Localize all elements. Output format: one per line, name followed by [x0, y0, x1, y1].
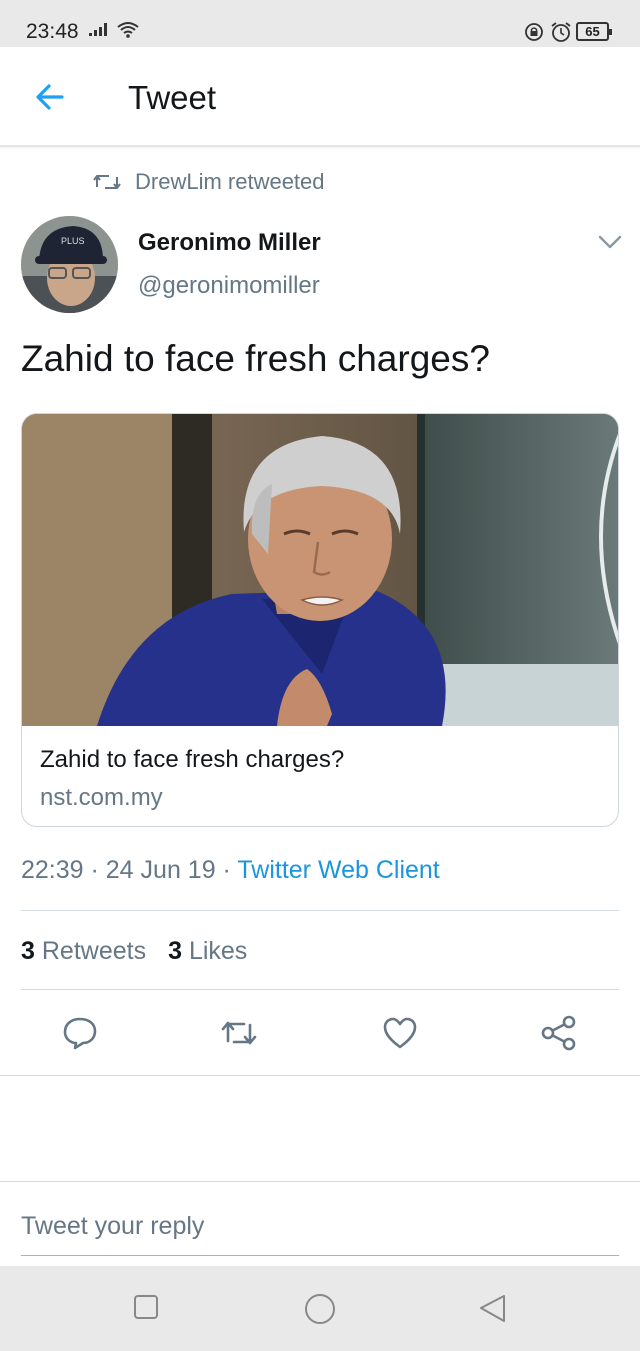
divider	[21, 910, 619, 911]
status-bar: 23:48 65	[0, 0, 640, 47]
signal-icon	[89, 23, 107, 36]
home-icon[interactable]	[303, 1294, 337, 1326]
divider	[0, 1181, 640, 1182]
card-title: Zahid to face fresh charges?	[40, 746, 345, 773]
tweet-date: 24 Jun 19	[105, 856, 216, 884]
tweet-stats: 3 Retweets 3 Likes	[21, 937, 247, 966]
divider	[21, 989, 619, 990]
recent-apps-icon[interactable]	[133, 1294, 159, 1320]
link-card[interactable]: Zahid to face fresh charges? nst.com.my	[21, 413, 619, 827]
retweets-label: Retweets	[41, 937, 147, 965]
retweet-context[interactable]: DrewLim retweeted	[93, 168, 325, 196]
likes-count: 3	[168, 937, 182, 965]
retweet-small-icon	[93, 175, 121, 189]
page-title: Tweet	[128, 79, 217, 116]
alarm-icon	[551, 22, 571, 42]
tweet-text: Zahid to face fresh charges?	[21, 338, 490, 379]
avatar[interactable]: PLUS	[21, 216, 118, 313]
meta-separator: ·	[215, 856, 238, 884]
retweets-count: 3	[21, 937, 35, 965]
header: Tweet	[0, 47, 640, 147]
tweet-source-link[interactable]: Twitter Web Client	[237, 856, 439, 884]
author-name[interactable]: Geronimo Miller	[138, 229, 321, 257]
retweet-icon[interactable]	[220, 1015, 258, 1051]
retweet-context-text: DrewLim retweeted	[135, 169, 325, 194]
back-arrow-icon[interactable]	[32, 79, 68, 115]
meta-separator: ·	[83, 856, 106, 884]
lock-rotate-icon	[525, 23, 543, 41]
likes-label: Likes	[188, 937, 248, 965]
card-image	[22, 414, 618, 726]
wifi-icon	[117, 22, 139, 38]
status-time: 23:48	[26, 20, 79, 43]
chevron-down-icon[interactable]	[597, 232, 623, 252]
tweet-time: 22:39	[21, 856, 84, 884]
card-domain: nst.com.my	[40, 784, 163, 811]
like-icon[interactable]	[381, 1015, 419, 1051]
battery-icon: 65	[576, 22, 612, 41]
svg-text:PLUS: PLUS	[61, 236, 85, 246]
reply-icon[interactable]	[61, 1015, 99, 1051]
tweet-meta: 22:39 · 24 Jun 19 · Twitter Web Client	[21, 856, 440, 885]
share-icon[interactable]	[540, 1015, 578, 1051]
author-handle[interactable]: @geronimomiller	[138, 272, 320, 300]
divider	[0, 1075, 640, 1076]
likes-stat[interactable]: 3 Likes	[168, 937, 247, 966]
reply-input[interactable]	[21, 1198, 619, 1256]
back-icon[interactable]	[478, 1294, 508, 1324]
system-nav-bar	[0, 1266, 640, 1351]
retweets-stat[interactable]: 3 Retweets	[21, 937, 146, 966]
